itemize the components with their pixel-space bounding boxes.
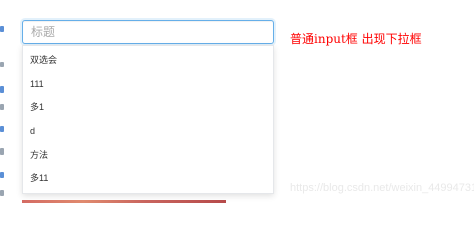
edge-mark [0, 126, 4, 132]
annotation-note: 普通input框 出现下拉框 [290, 32, 422, 46]
dropdown-option[interactable]: 多1 [23, 95, 273, 119]
edge-mark [0, 148, 4, 155]
title-input-wrapper[interactable] [22, 20, 274, 44]
edge-mark [0, 26, 4, 32]
edge-mark [0, 190, 4, 196]
edge-mark [0, 62, 4, 67]
edge-mark [0, 104, 4, 110]
dropdown-option[interactable]: d [23, 119, 273, 143]
dropdown-option[interactable]: 双选会 [23, 48, 273, 72]
dropdown-option-label: 111 [30, 79, 44, 89]
edge-mark [0, 172, 4, 178]
left-edge-fragments [0, 0, 8, 203]
dropdown-option[interactable]: 方法 [23, 143, 273, 167]
dropdown-option-label: 多1 [30, 102, 45, 112]
dropdown-option-label: d [30, 126, 36, 136]
dropdown-option[interactable]: 多11 [23, 166, 273, 190]
bottom-image-strip [22, 200, 226, 203]
dropdown-option-label: 双选会 [30, 55, 58, 65]
autocomplete-dropdown: 双选会 111 多1 d 方法 多11 [22, 45, 274, 194]
watermark-text: https://blog.csdn.net/weixin_44994731 [290, 182, 474, 194]
dropdown-option-label: 方法 [30, 150, 49, 160]
dropdown-option-label: 多11 [30, 173, 49, 183]
screenshot-canvas: 双选会 111 多1 d 方法 多11 普通input框 出现下拉框 https… [0, 0, 474, 203]
title-input[interactable] [23, 21, 273, 43]
dropdown-option[interactable]: 111 [23, 72, 273, 96]
edge-mark [0, 86, 4, 93]
